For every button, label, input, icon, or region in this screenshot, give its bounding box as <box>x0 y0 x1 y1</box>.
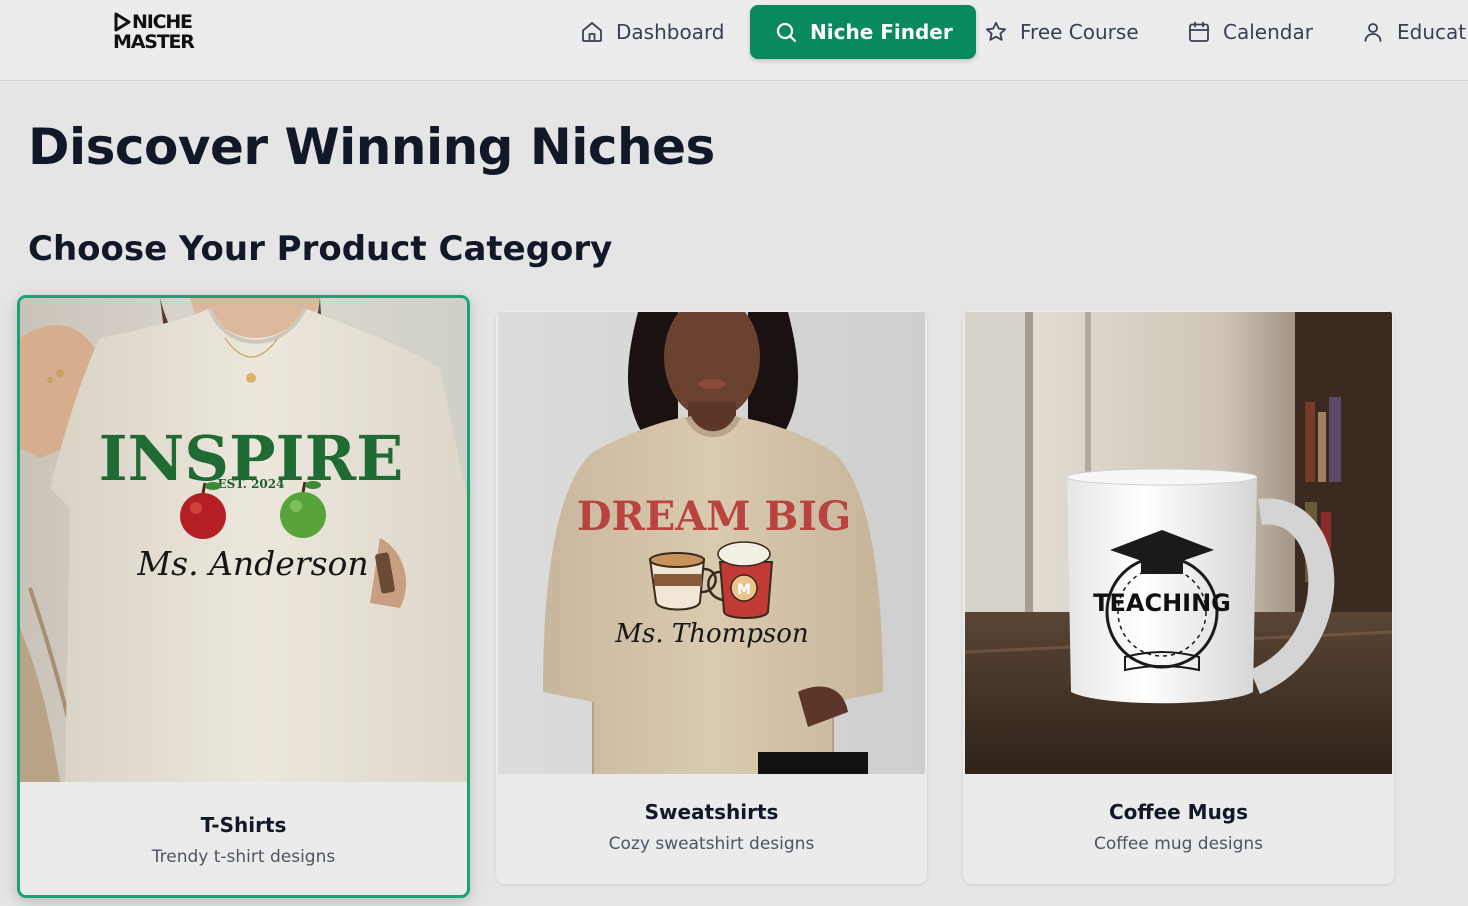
sweatshirt-caption: Sweatshirts Cozy sweatshirt designs <box>496 800 927 854</box>
card-title: T-Shirts <box>200 813 287 837</box>
mug-print-headline: TEACHING <box>1093 589 1231 617</box>
card-description: Coffee mug designs <box>1093 834 1264 854</box>
nav-niche-finder-label: Niche Finder <box>810 20 953 44</box>
nav-education-label: Education <box>1397 20 1468 44</box>
category-card-sweatshirts[interactable]: DREAM BIG M Ms. Thompson Sweatshirts Coz… <box>496 310 927 884</box>
sweatshirt-mug-letter: M <box>737 582 751 598</box>
star-icon <box>986 21 1006 41</box>
tshirt-print-sub: EST. 2024 <box>218 477 285 491</box>
card-description: Trendy t-shirt designs <box>151 847 336 867</box>
mug-product-image: TEACHING <box>965 312 1392 774</box>
tshirt-caption: T-Shirts Trendy t-shirt designs <box>20 813 467 867</box>
nav-calendar-label: Calendar <box>1223 20 1313 44</box>
page-title: Discover Winning Niches <box>28 118 715 176</box>
category-card-tshirts[interactable]: INSPIRE EST. 2024 Ms. Anderson T-Shirts … <box>17 295 470 898</box>
user-icon <box>1364 23 1382 42</box>
nav-free-course-label: Free Course <box>1020 20 1139 44</box>
nav-niche-finder[interactable]: Niche Finder <box>750 5 976 59</box>
sweatshirt-print-headline: DREAM BIG <box>577 493 851 540</box>
tshirt-product-image: INSPIRE EST. 2024 Ms. Anderson <box>20 298 467 782</box>
nav-calendar[interactable]: Calendar <box>1187 5 1313 59</box>
brand-logo[interactable]: NICHE MASTER <box>113 12 203 56</box>
nav-education[interactable]: Education <box>1361 5 1468 59</box>
home-icon <box>582 22 602 42</box>
sweatshirt-print-name: Ms. Thompson <box>614 619 808 649</box>
nav-free-course[interactable]: Free Course <box>984 5 1139 59</box>
nav-dashboard-label: Dashboard <box>616 20 725 44</box>
category-card-coffee-mugs[interactable]: TEACHING Coffee Mugs Coffee mug designs <box>963 310 1394 884</box>
coffee-mug-caption: Coffee Mugs Coffee mug designs <box>963 800 1394 854</box>
card-description: Cozy sweatshirt designs <box>608 834 815 854</box>
search-icon <box>776 22 797 43</box>
top-navbar: NICHE MASTER Dashboard Niche Finder Free… <box>0 0 1468 81</box>
calendar-icon <box>1189 21 1209 42</box>
brand-line-1: NICHE <box>132 10 193 33</box>
tshirt-print-name: Ms. Anderson <box>136 544 368 583</box>
card-title: Sweatshirts <box>644 800 779 824</box>
nav-dashboard[interactable]: Dashboard <box>580 5 725 59</box>
play-icon <box>114 12 131 32</box>
brand-line-2: MASTER <box>113 31 195 53</box>
card-title: Coffee Mugs <box>1108 800 1249 824</box>
section-title: Choose Your Product Category <box>28 229 613 269</box>
sweatshirt-product-image: DREAM BIG M Ms. Thompson <box>498 312 925 774</box>
